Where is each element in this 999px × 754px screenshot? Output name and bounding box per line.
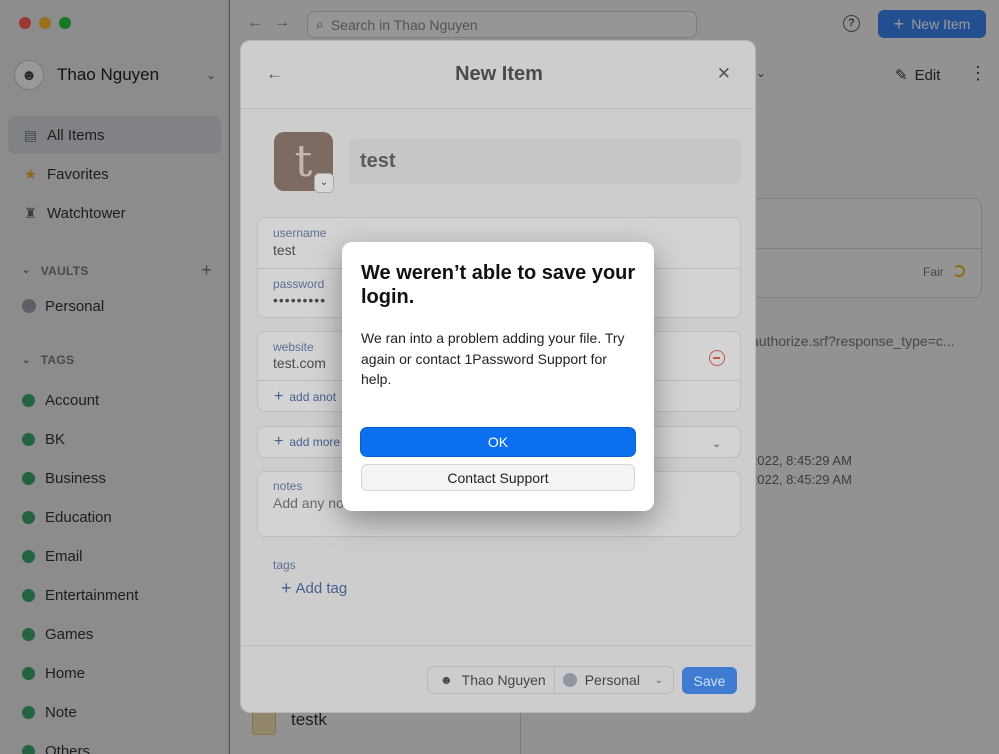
password-field[interactable]: •••••••••: [273, 292, 326, 308]
alert-message: We ran into a problem adding your file. …: [361, 330, 625, 387]
website-label: website: [273, 340, 314, 354]
add-another-label: add anot: [289, 390, 337, 404]
vault-icon: [562, 673, 577, 687]
sheet-header: ← New Item ✕: [241, 41, 755, 109]
chevron-down-icon: ⌄: [654, 674, 663, 686]
password-label: password: [273, 277, 325, 291]
close-icon[interactable]: ✕: [717, 64, 731, 84]
tags-label: tags: [273, 558, 296, 572]
add-more-label: add more: [289, 435, 341, 449]
notes-label: notes: [273, 479, 303, 493]
save-button[interactable]: Save: [682, 667, 737, 694]
sheet-footer: ☻ Thao Nguyen Personal ⌄ Save: [241, 645, 755, 712]
app-window: ☻ Thao Nguyen ⌄ ▤ All Items ★ Favorites …: [0, 0, 999, 754]
sheet-title: New Item: [455, 63, 543, 85]
website-field[interactable]: test.com: [273, 355, 326, 371]
owner-name: Thao Nguyen: [461, 672, 546, 688]
username-label: username: [273, 226, 327, 240]
remove-field-icon[interactable]: [709, 350, 725, 366]
add-another-website-button[interactable]: + add anot: [274, 388, 336, 406]
item-title-field[interactable]: test: [349, 139, 741, 184]
ok-button[interactable]: OK: [361, 428, 635, 456]
contact-support-button[interactable]: Contact Support: [361, 464, 635, 491]
notes-field[interactable]: Add any no: [273, 495, 344, 511]
add-tag-label: Add tag: [295, 580, 348, 597]
vault-selector[interactable]: ☻ Thao Nguyen Personal ⌄: [427, 666, 674, 694]
username-field[interactable]: test: [273, 242, 296, 258]
add-more-button[interactable]: + add more: [274, 433, 340, 451]
plus-icon: +: [281, 578, 292, 598]
plus-icon: +: [274, 388, 284, 405]
alert-title: We weren’t able to save your login.: [361, 262, 636, 308]
chevron-down-icon[interactable]: ⌄: [712, 437, 721, 450]
plus-icon: +: [274, 433, 284, 450]
error-alert-dialog: We weren’t able to save your login. We r…: [342, 242, 654, 511]
vault-name: Personal: [584, 672, 640, 688]
account-icon: ☻: [440, 673, 453, 687]
chevron-down-icon[interactable]: ⌄: [314, 173, 334, 193]
add-tag-button[interactable]: + Add tag: [281, 578, 347, 599]
